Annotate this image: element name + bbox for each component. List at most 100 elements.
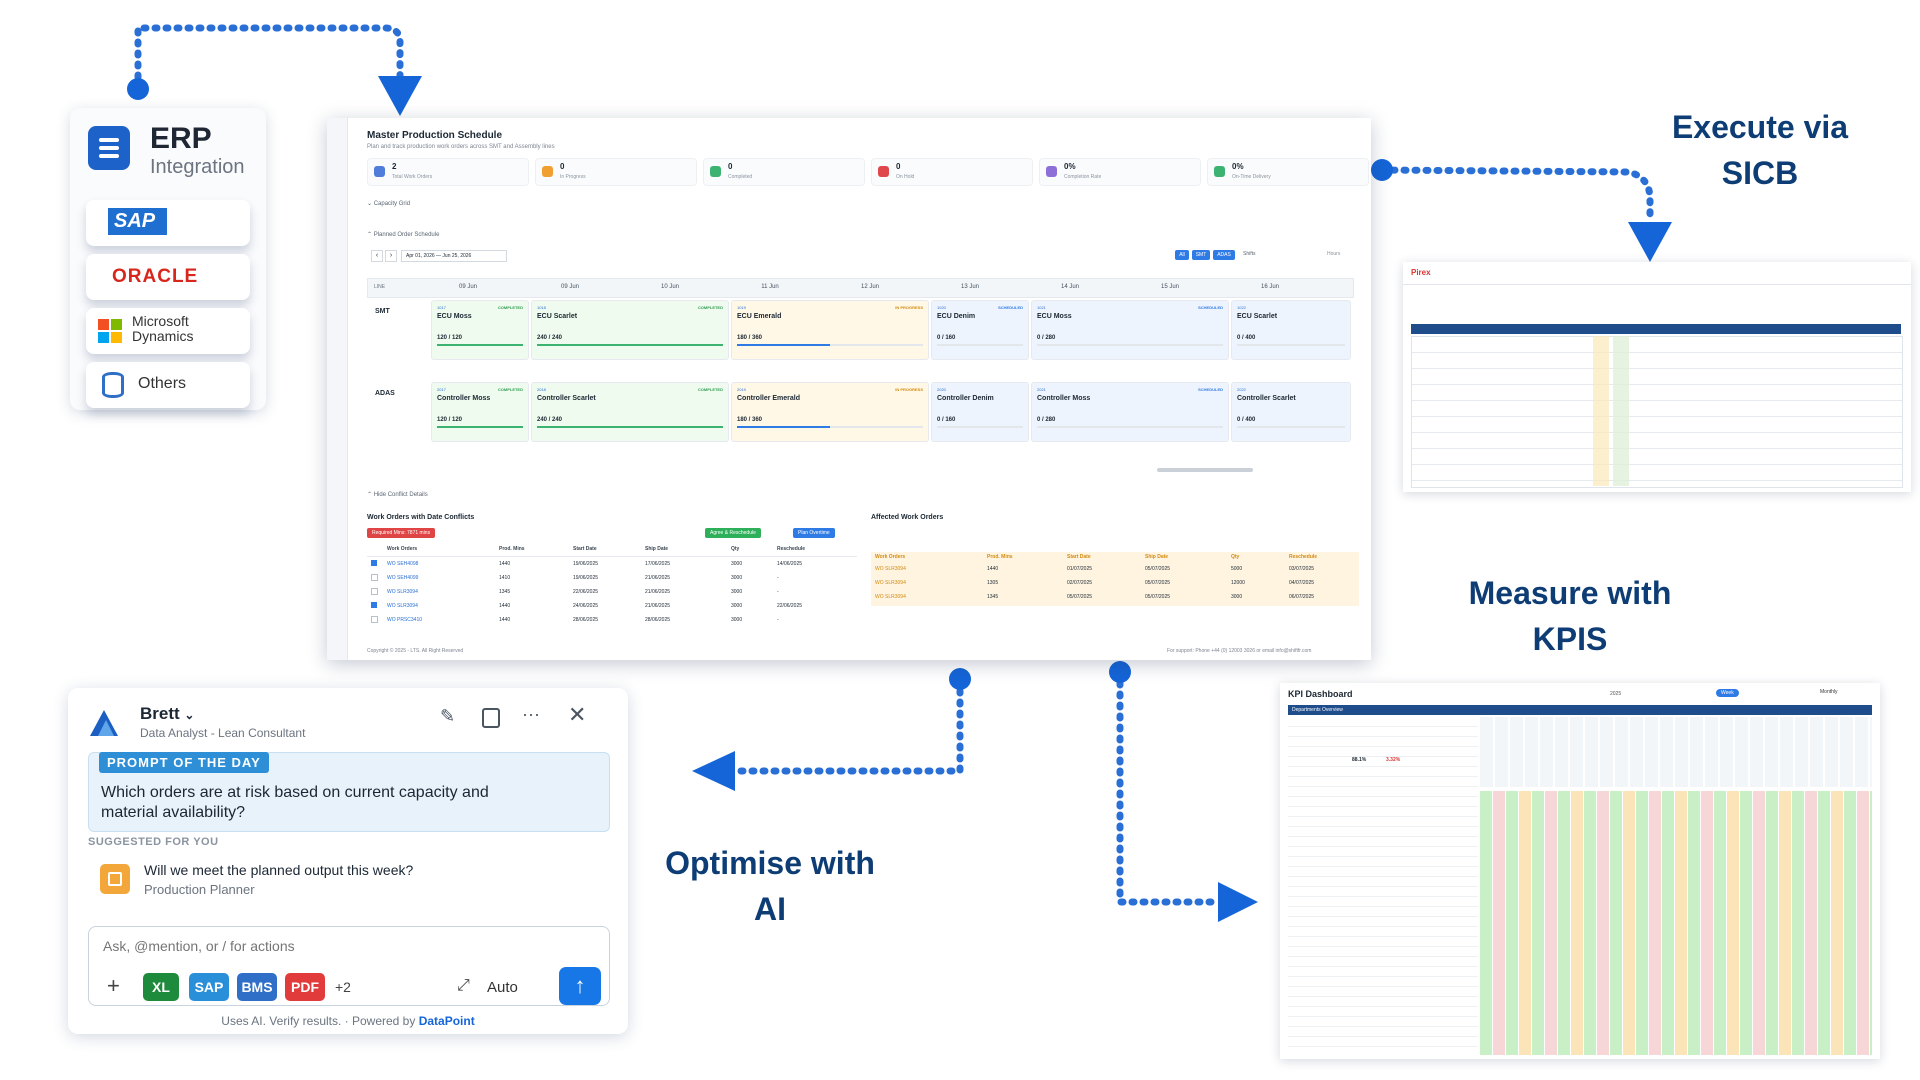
work-order-card[interactable]: 1021 SCHEDULED ECU Moss 0 / 280: [1031, 300, 1229, 360]
agree-reschedule-button[interactable]: Agree & Reschedule: [705, 528, 761, 538]
kpi-label: Completed: [728, 174, 753, 180]
hide-conflicts-toggle[interactable]: ⌃ Hide Conflict Details: [367, 491, 428, 498]
edit-icon[interactable]: ✎: [440, 706, 455, 727]
table-row[interactable]: WO SLR3094 1440 24/06/2025 21/06/2025 3000…: [367, 599, 857, 613]
more-attachments[interactable]: +2: [335, 979, 351, 995]
day-header: 15 Jun: [1160, 284, 1179, 290]
work-order-card[interactable]: 1020 SCHEDULED ECU Denim 0 / 160: [931, 300, 1029, 360]
line-label-adas: ADAS: [375, 390, 395, 397]
play-icon: [542, 166, 553, 177]
kpi-value: 0: [728, 162, 733, 171]
sap-logo: SAP: [108, 208, 168, 235]
sicb-table-body: [1411, 336, 1903, 488]
work-order-card[interactable]: 2019 IN PROGRESS Controller Emerald 180 / …: [731, 382, 929, 442]
microsoft-logo: [98, 319, 122, 343]
day-header: 11 Jun: [761, 284, 779, 290]
calendar-icon: [100, 864, 130, 894]
work-order-card[interactable]: 1017 COMPLETED ECU Moss 120 / 120: [431, 300, 529, 360]
trend-icon: [1046, 166, 1057, 177]
week-button[interactable]: Week: [1716, 689, 1739, 697]
table-row[interactable]: WO SEH4098 1440 19/06/2025 17/06/2025 3000…: [367, 557, 857, 571]
close-icon[interactable]: ✕: [568, 702, 586, 728]
table-row[interactable]: WO SEH4099 1410 19/06/2025 21/06/2025 3000…: [367, 571, 857, 585]
prompt-of-the-day[interactable]: PROMPT OF THE DAY Which orders are at ri…: [88, 752, 610, 832]
table-row[interactable]: WO SLR3094 1305 02/07/2025 05/07/2025 1200…: [871, 576, 1359, 590]
date-range-picker[interactable]: Apr 01, 2026 — Jun 25, 2026: [401, 250, 507, 262]
work-order-card[interactable]: 2021 SCHEDULED Controller Moss 0 / 280: [1031, 382, 1229, 442]
filter-smt-button[interactable]: SMT: [1192, 250, 1210, 260]
shifts-toggle[interactable]: Shifts: [1243, 251, 1256, 257]
excel-chip[interactable]: XL: [143, 973, 179, 1001]
sap-chip[interactable]: SAP: [189, 973, 229, 1001]
send-button[interactable]: ↑: [559, 967, 601, 1005]
vendor-others: Others: [86, 362, 250, 408]
plan-overtime-button[interactable]: Plan Overtime: [793, 528, 835, 538]
table-row[interactable]: WO SLR3094 1345 05/07/2025 05/07/2025 3000…: [871, 590, 1359, 604]
next-week-button[interactable]: ›: [385, 250, 397, 262]
work-order-card[interactable]: 2017 COMPLETED Controller Moss 120 / 120: [431, 382, 529, 442]
sicb-table-header: [1411, 324, 1901, 334]
expand-icon[interactable]: ⤢: [457, 977, 470, 995]
affected-table: Work Orders Prod. Mins Start Date Ship Dat…: [871, 552, 1359, 606]
line-header: LINE: [374, 284, 386, 290]
work-order-card[interactable]: 1018 COMPLETED ECU Scarlet 240 / 240: [531, 300, 729, 360]
work-order-card[interactable]: 2022 Controller Scarlet 0 / 400: [1231, 382, 1351, 442]
table-row[interactable]: WO PRSC3410 1440 28/06/2025 28/06/2025 300…: [367, 613, 857, 627]
pdf-chip[interactable]: PDF: [285, 973, 325, 1001]
prompt-text: Which orders are at risk based on curren…: [101, 784, 489, 821]
kpi-value-b: 3.32%: [1386, 757, 1401, 763]
filter-all-button[interactable]: All: [1175, 250, 1189, 260]
filter-adas-button[interactable]: ADAS: [1213, 250, 1235, 260]
capacity-grid-toggle[interactable]: ⌄ Capacity Grid: [367, 200, 410, 207]
others-label: Others: [138, 375, 187, 392]
table-row[interactable]: WO SLR3094 1440 01/07/2025 05/07/2025 5000…: [871, 562, 1359, 576]
table-header: Work Orders Prod. Mins Start Date Ship Dat…: [875, 554, 1318, 560]
work-order-card[interactable]: 2020 Controller Denim 0 / 160: [931, 382, 1029, 442]
line-label-smt: SMT: [375, 308, 390, 315]
kpi-grid-top: [1480, 717, 1872, 787]
kpi-completion-rate: 0% Completion Rate: [1039, 158, 1201, 186]
monthly-button[interactable]: Monthly: [1820, 689, 1838, 695]
kpi-label: Total Work Orders: [392, 174, 433, 180]
kpi-header-bar: Departments Overview: [1288, 705, 1872, 715]
warning-icon: [878, 166, 889, 177]
chat-footer: Uses AI. Verify results. · Powered by Da…: [221, 1014, 475, 1028]
vendor-sap: SAP: [86, 200, 250, 246]
chat-input[interactable]: [101, 935, 585, 957]
work-order-card[interactable]: 1022 ECU Scarlet 0 / 400: [1231, 300, 1351, 360]
clipboard-icon: [374, 166, 385, 177]
check-icon: [710, 166, 721, 177]
brand-logo-icon: [86, 706, 122, 736]
oracle-logo: ORACLE: [112, 266, 199, 287]
vendor-oracle: ORACLE: [86, 254, 250, 300]
prev-week-button[interactable]: ‹: [371, 250, 383, 262]
add-icon[interactable]: +: [107, 973, 120, 999]
planned-schedule-toggle[interactable]: ⌃ Planned Order Schedule: [367, 231, 439, 238]
kpi-label: In Progress: [560, 174, 586, 180]
sicb-screen-thumbnail: Pirex: [1403, 262, 1911, 492]
work-order-card[interactable]: 1019 IN PROGRESS ECU Emerald 180 / 360: [731, 300, 929, 360]
suggestion-item[interactable]: Will we meet the planned output this wee…: [88, 854, 608, 906]
kpi-label: On Hold: [896, 174, 915, 180]
mode-selector[interactable]: Auto: [487, 979, 518, 996]
more-options-icon[interactable]: ···: [522, 704, 540, 725]
sidebar-toggle-icon[interactable]: [482, 708, 500, 728]
horizontal-scrollbar[interactable]: [1157, 468, 1253, 472]
user-role: Data Analyst - Lean Consultant: [140, 726, 306, 740]
master-production-schedule-window: Master Production Schedule Plan and trac…: [327, 118, 1371, 660]
table-row[interactable]: WO SLR3094 1345 22/06/2025 21/06/2025 3000…: [367, 585, 857, 599]
day-header: 09 Jun: [560, 284, 579, 290]
kpi-metric-list: [1288, 717, 1478, 1055]
hours-toggle[interactable]: Hours: [1327, 251, 1340, 257]
kpi-in-progress: 0 In Progress: [535, 158, 697, 186]
work-order-card[interactable]: 2018 COMPLETED Controller Scarlet 240 / 24…: [531, 382, 729, 442]
bms-chip[interactable]: BMS: [237, 973, 277, 1001]
erp-subtitle: Integration: [150, 156, 245, 178]
sicb-brand: Pirex: [1411, 268, 1431, 277]
ai-assistant-panel: Brett ⌄ Data Analyst - Lean Consultant ✎…: [68, 688, 628, 1034]
kpi-label: Completion Rate: [1064, 174, 1102, 180]
kpi-total-work-orders: 2 Total Work Orders: [367, 158, 529, 186]
chat-input-box[interactable]: + XL SAP BMS PDF +2 ⤢ Auto ↑: [88, 926, 610, 1006]
app-sidebar[interactable]: [327, 118, 348, 660]
user-name[interactable]: Brett ⌄: [140, 704, 194, 724]
